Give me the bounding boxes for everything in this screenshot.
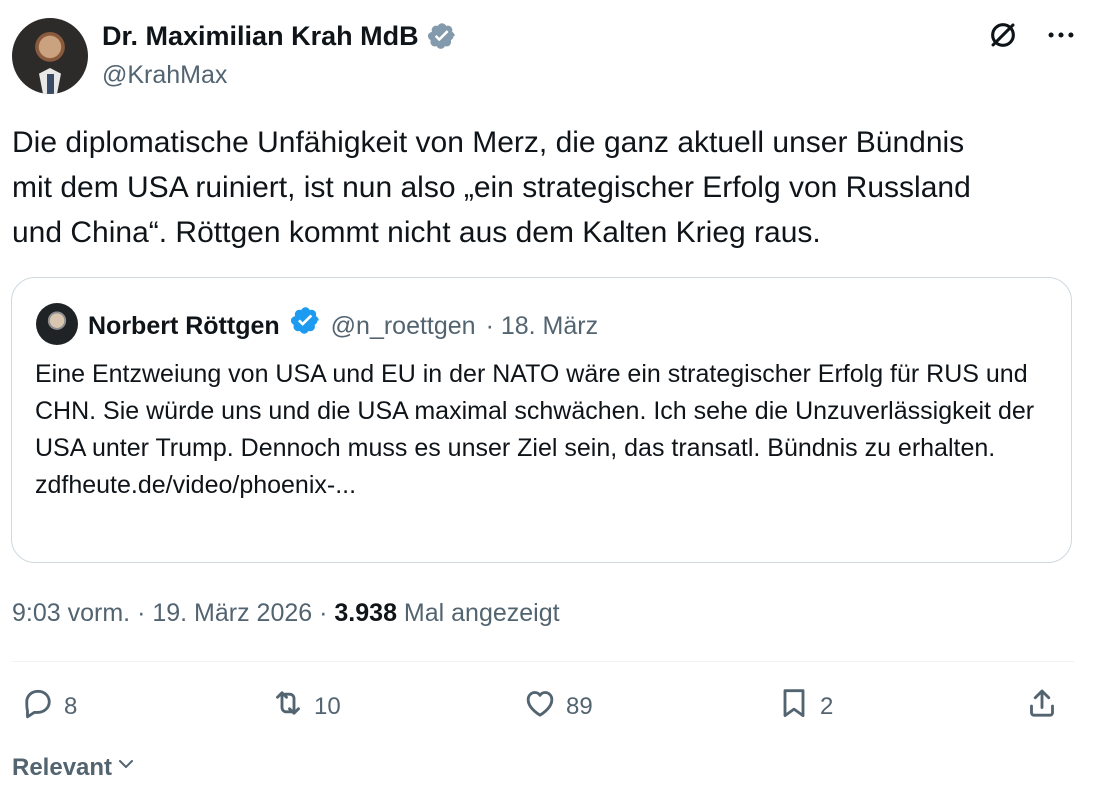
author-avatar[interactable] xyxy=(12,18,88,94)
separator-dot: · xyxy=(319,599,335,627)
heart-icon xyxy=(522,685,558,728)
quoted-author-avatar[interactable] xyxy=(36,303,78,345)
quoted-tweet-card[interactable]: Norbert Röttgen @n_roettgen · 18. März E… xyxy=(11,277,1072,563)
quoted-author-handle[interactable]: @n_roettgen xyxy=(331,308,476,344)
bookmark-button[interactable]: 2 xyxy=(776,685,833,728)
tweet-date[interactable]: 19. März 2026 xyxy=(152,599,312,627)
tweet-detail: Dr. Maximilian Krah MdB @KrahMax Die dip… xyxy=(0,0,1098,800)
bookmark-count: 2 xyxy=(820,692,834,720)
sort-relevant-button[interactable]: Relevant xyxy=(12,752,138,783)
top-actions xyxy=(986,18,1078,52)
avatar-tie xyxy=(47,74,54,94)
repost-icon xyxy=(270,685,306,728)
separator-dot: · xyxy=(137,599,153,627)
reply-icon xyxy=(20,685,56,728)
quoted-tweet-date[interactable]: · 18. März xyxy=(486,308,599,344)
verified-badge-icon xyxy=(427,21,457,51)
tweet-timestamp: 9:03 vorm. · 19. März 2026 · 3.938 Mal a… xyxy=(12,596,560,630)
tweet-time[interactable]: 9:03 vorm. xyxy=(12,599,130,627)
author-name-row[interactable]: Dr. Maximilian Krah MdB xyxy=(102,18,457,54)
tweet-text: Die diplomatische Unfähigkeit von Merz, … xyxy=(12,126,971,249)
quoted-tweet-header: Norbert Röttgen @n_roettgen · 18. März xyxy=(88,305,598,346)
quoted-tweet-text: Eine Entzweiung von USA und EU in der NA… xyxy=(35,356,1045,504)
like-count: 89 xyxy=(566,692,593,720)
repost-button[interactable]: 10 xyxy=(270,685,341,728)
quoted-author-name[interactable]: Norbert Röttgen xyxy=(88,308,280,344)
quoted-tweet-body: Eine Entzweiung von USA und EU in der NA… xyxy=(35,360,1035,462)
grok-icon[interactable] xyxy=(986,18,1020,52)
repost-count: 10 xyxy=(314,692,341,720)
author-name[interactable]: Dr. Maximilian Krah MdB xyxy=(102,18,419,54)
sort-label: Relevant xyxy=(12,753,113,781)
quoted-verified-badge-icon xyxy=(290,305,321,346)
divider xyxy=(12,661,1074,662)
quoted-tweet-link[interactable]: zdfheute.de/video/phoenix-... xyxy=(35,471,356,499)
chevron-down-icon xyxy=(114,752,138,783)
bookmark-icon xyxy=(776,685,812,728)
reply-button[interactable]: 8 xyxy=(20,685,77,728)
like-button[interactable]: 89 xyxy=(522,685,593,728)
view-count: 3.938 xyxy=(334,599,397,627)
reply-count: 8 xyxy=(64,692,78,720)
author-handle[interactable]: @KrahMax xyxy=(102,58,227,92)
more-options-icon[interactable] xyxy=(1044,18,1078,52)
share-icon xyxy=(1024,685,1060,728)
view-count-label: Mal angezeigt xyxy=(403,599,560,627)
share-button[interactable] xyxy=(1024,685,1060,728)
action-bar: 8 10 89 2 xyxy=(12,685,1074,733)
